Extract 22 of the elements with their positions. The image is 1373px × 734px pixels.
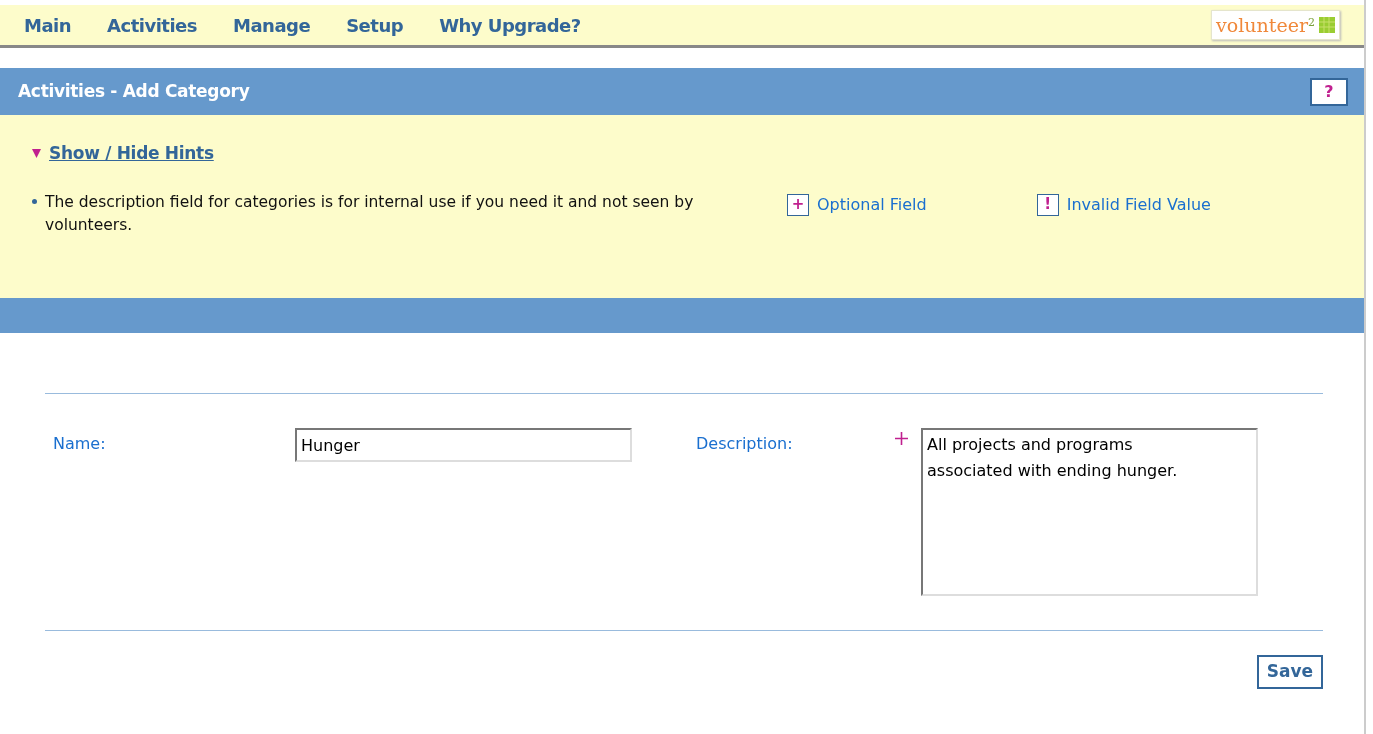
logo-text: volunteer$^{2}$ <box>1216 12 1315 38</box>
page-title: Activities - Add Category <box>18 79 250 103</box>
field-label: Name: <box>53 433 107 455</box>
legend-label: Invalid Field Value <box>1066 193 1211 216</box>
grid-logo-icon <box>1319 17 1335 33</box>
legend-icon: ! <box>1036 193 1059 216</box>
optional-icon <box>895 432 908 445</box>
nav-link-item[interactable]: Manage <box>233 11 311 39</box>
legend-icon: + <box>787 193 809 216</box>
bullet-icon <box>32 198 37 204</box>
nav-link-item[interactable]: Why Upgrade? <box>439 11 581 39</box>
name-field[interactable]: Hunger <box>295 428 632 462</box>
save-button[interactable]: Save <box>1256 655 1323 689</box>
nav-link-item[interactable]: Setup <box>346 11 404 39</box>
nav-link-item[interactable]: Main <box>24 11 72 39</box>
field-label: Description: <box>696 433 794 455</box>
nav-link-item[interactable]: Activities <box>107 11 198 39</box>
hint-text: The description field for categories is for internal use if you need it and not seen by volunteers. <box>45 191 695 236</box>
legend-label: Optional Field <box>817 193 927 216</box>
description-field[interactable]: All projects and programs associated with ending hunger. <box>921 428 1258 596</box>
help-button[interactable]: ? <box>1310 77 1348 106</box>
hints-toggle-link[interactable]: Show / Hide Hints <box>49 141 214 167</box>
